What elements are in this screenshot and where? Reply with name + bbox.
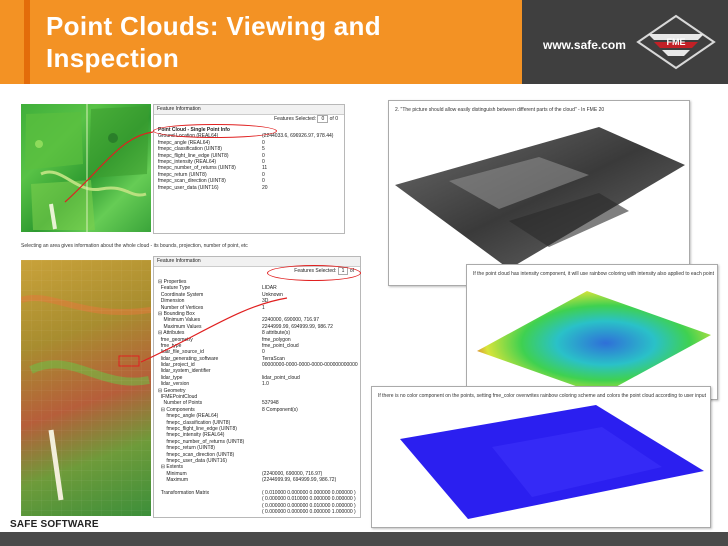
info-key: fmepc_flight_line_edge (UINT8): [158, 425, 237, 432]
features-selected-label: Features Selected:: [274, 116, 317, 122]
features-selected-top: Features Selected: 0 of 0: [274, 115, 338, 123]
matrix-row: ( 0.000000 0.000000 0.000000 1.000000 ): [158, 509, 358, 515]
info-key: Feature Type: [158, 285, 191, 292]
info-key: ⊟ Components: [158, 406, 195, 413]
highlight-oval-top: [153, 124, 277, 138]
middle-caption: Selecting an area gives information abou…: [21, 243, 248, 249]
single-point-rows: Ground Location (REAL64) (2244033.6, 6969…: [158, 133, 340, 191]
screenshot-terrain: 2. "The picture should allow easily dist…: [388, 100, 690, 286]
info-key: fmepc_flight_line_edge (UINT8): [158, 152, 229, 159]
info-key: fmepc_scan_direction (UINT8): [158, 178, 226, 185]
info-key: Number of Points: [158, 400, 203, 407]
info-key: fmepc_classification (UINT8): [158, 419, 231, 426]
bottom-map-view[interactable]: [21, 260, 151, 516]
header-accent: [24, 0, 30, 84]
matrix-value: ( 0.000000 0.000000 0.000000 1.000000 ): [262, 509, 356, 516]
bottom-bar: [0, 532, 728, 546]
bottom-inspection-panel: Feature Information Features Selected: 1…: [21, 256, 361, 518]
website-link[interactable]: www.safe.com: [543, 38, 626, 52]
info-key: fmepc_angle (REAL64): [158, 139, 210, 146]
info-key: fmepc_user_data (UINT16): [158, 184, 219, 191]
brand-box: www.safe.com FME: [522, 0, 728, 84]
features-of-label: of 0: [329, 116, 338, 122]
info-key: fmepc_number_of_returns (UINT8): [158, 165, 236, 172]
screenshot-color: If there is no color component on the po…: [371, 386, 711, 528]
title-line-2: Inspection: [46, 43, 180, 73]
info-key: Transformation Matrix: [158, 489, 210, 496]
info-key: Maximum: [158, 477, 189, 484]
screenshot-intensity: If the point cloud has intensity compone…: [466, 264, 718, 400]
info-key: fmepc_scan_direction (UINT8): [158, 451, 235, 458]
info-key: lidar_version: [158, 381, 190, 388]
info-key: fmepc_intensity (REAL64): [158, 432, 225, 439]
info-key: ⊟ Properties: [158, 279, 187, 285]
info-key: IFMEPointCloud: [158, 394, 198, 401]
features-selected-value[interactable]: 0: [317, 115, 329, 123]
highlight-oval-bottom: [267, 265, 361, 281]
info-key: fmepc_number_of_returns (UINT8): [158, 438, 245, 445]
slide-header: Point Clouds: Viewing and Inspection www…: [0, 0, 728, 84]
info-key: lidar_system_identifier: [158, 368, 211, 375]
title-line-1: Point Clouds: Viewing and: [46, 11, 381, 41]
info-key: fmepc_user_data (UINT16): [158, 457, 227, 464]
info-key: fmepc_angle (REAL64): [158, 413, 219, 420]
slide-title: Point Clouds: Viewing and Inspection: [46, 10, 506, 74]
info-key: fmepc_classification (UINT8): [158, 146, 222, 153]
intensity-point-cloud: [477, 291, 711, 395]
pointer-line-top: [64, 131, 154, 203]
fme-logo-icon: FME: [636, 14, 716, 70]
info-key: ⊟ Geometry: [158, 387, 186, 394]
info-key: Minimum: [158, 470, 187, 477]
info-key: ⊟ Extents: [158, 464, 184, 471]
info-key: fmepc_return (UINT8): [158, 445, 215, 452]
colored-point-cloud: [400, 405, 704, 519]
info-value: 20: [262, 184, 268, 191]
info-key: fmepc_return (UINT8): [158, 171, 207, 178]
footer-brand: SAFE SOFTWARE: [10, 519, 99, 530]
svg-text:FME: FME: [667, 37, 686, 47]
terrain-point-cloud: [395, 127, 685, 269]
info-row: fmepc_user_data (UINT16) 20: [158, 185, 340, 191]
top-inspection-panel: Feature Information Features Selected: 0…: [21, 104, 345, 236]
feature-info-window-top: Feature Information Features Selected: 0…: [153, 104, 345, 234]
info-key: lidar_type: [158, 374, 183, 381]
pointer-line-bottom: [140, 297, 288, 363]
info-key: fmepc_intensity (REAL64): [158, 158, 217, 165]
bottom-map-texture: [21, 260, 151, 516]
window-title-bar: Feature Information: [154, 105, 344, 115]
